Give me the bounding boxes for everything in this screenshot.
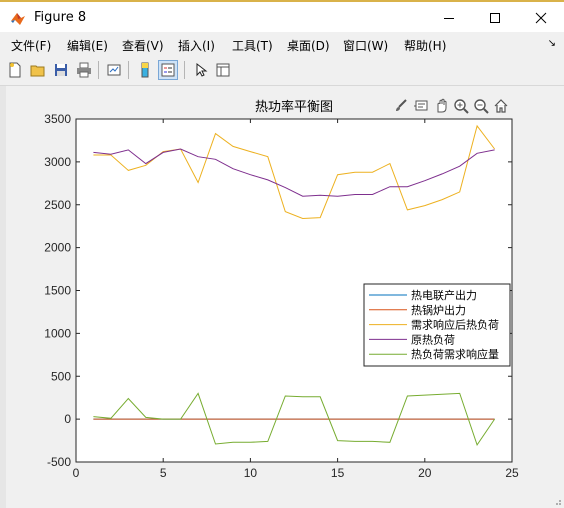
figure-window: Figure 8 文件(F) 编辑(E) 查看(V) 插入(I) 工具(T) 桌…	[0, 0, 564, 508]
y-tick-label: 500	[51, 369, 71, 383]
y-tick-label: -500	[47, 455, 71, 469]
toolbar-separator	[184, 61, 185, 79]
y-tick-label: 1500	[44, 284, 71, 298]
figure-toolbar	[0, 57, 564, 86]
y-tick-label: 1000	[44, 326, 71, 340]
legend-entry-label: 热电联产出力	[411, 288, 477, 302]
menu-tools[interactable]: 工具(T)	[232, 37, 273, 54]
save-icon[interactable]	[51, 60, 71, 80]
menu-overflow-arrow-icon[interactable]: ↘	[548, 38, 556, 49]
legend-entry-label: 热锅炉出力	[411, 303, 466, 317]
y-tick-label: 0	[64, 412, 71, 426]
menu-bar: 文件(F) 编辑(E) 查看(V) 插入(I) 工具(T) 桌面(D) 窗口(W…	[0, 32, 564, 56]
axes-toolbar	[392, 96, 512, 116]
x-tick-label: 25	[505, 466, 519, 480]
menu-insert[interactable]: 插入(I)	[178, 37, 215, 54]
legend-entry-label: 热负荷需求响应量	[411, 347, 499, 361]
matlab-logo-icon	[11, 13, 25, 25]
maximize-icon	[490, 13, 500, 23]
home-icon[interactable]	[492, 96, 510, 116]
brush-icon[interactable]	[392, 96, 410, 116]
x-tick-label: 20	[418, 466, 432, 480]
resize-grip-icon[interactable]	[552, 496, 562, 506]
y-tick-label: 2500	[44, 198, 71, 212]
toolbar-separator	[98, 61, 99, 79]
plot-area[interactable]: 热功率平衡图0 5 10 15 20 25-50005001000150020002500…	[0, 86, 564, 508]
open-file-icon[interactable]	[28, 60, 48, 80]
menu-view[interactable]: 查看(V)	[122, 37, 164, 54]
minimize-icon	[444, 18, 454, 19]
link-plot-icon[interactable]	[104, 60, 124, 80]
y-tick-label: 3500	[44, 112, 71, 126]
close-button[interactable]	[518, 4, 564, 32]
y-tick-label: 2000	[44, 241, 71, 255]
menu-file[interactable]: 文件(F)	[11, 37, 51, 54]
menu-help[interactable]: 帮助(H)	[404, 37, 446, 54]
zoom-in-icon[interactable]	[452, 96, 470, 116]
menu-desktop[interactable]: 桌面(D)	[287, 37, 330, 54]
x-tick-label: 10	[244, 466, 258, 480]
print-icon[interactable]	[74, 60, 94, 80]
legend-entry-label: 需求响应后热负荷	[411, 318, 499, 332]
pan-hand-icon[interactable]	[432, 96, 450, 116]
legend-entry-label: 原热负荷	[411, 332, 455, 346]
chart-title: 热功率平衡图	[255, 99, 333, 115]
menu-window[interactable]: 窗口(W)	[343, 37, 388, 54]
close-icon	[535, 12, 547, 24]
window-title: Figure 8	[34, 10, 87, 25]
toolbar-separator	[128, 61, 129, 79]
x-tick-label: 0	[73, 466, 80, 480]
title-bar[interactable]: Figure 8	[0, 2, 564, 32]
menu-edit[interactable]: 编辑(E)	[67, 37, 108, 54]
zoom-out-icon[interactable]	[472, 96, 490, 116]
x-tick-label: 15	[331, 466, 345, 480]
insert-legend-icon[interactable]	[158, 60, 178, 80]
datatip-icon[interactable]	[412, 96, 430, 116]
new-figure-icon[interactable]	[5, 60, 25, 80]
edit-plot-arrow-icon[interactable]	[191, 60, 211, 80]
x-tick-label: 5	[160, 466, 167, 480]
y-tick-label: 3000	[44, 155, 71, 169]
property-inspector-icon[interactable]	[213, 60, 233, 80]
minimize-button[interactable]	[426, 4, 472, 32]
maximize-button[interactable]	[472, 4, 518, 32]
insert-colorbar-icon[interactable]	[135, 60, 155, 80]
